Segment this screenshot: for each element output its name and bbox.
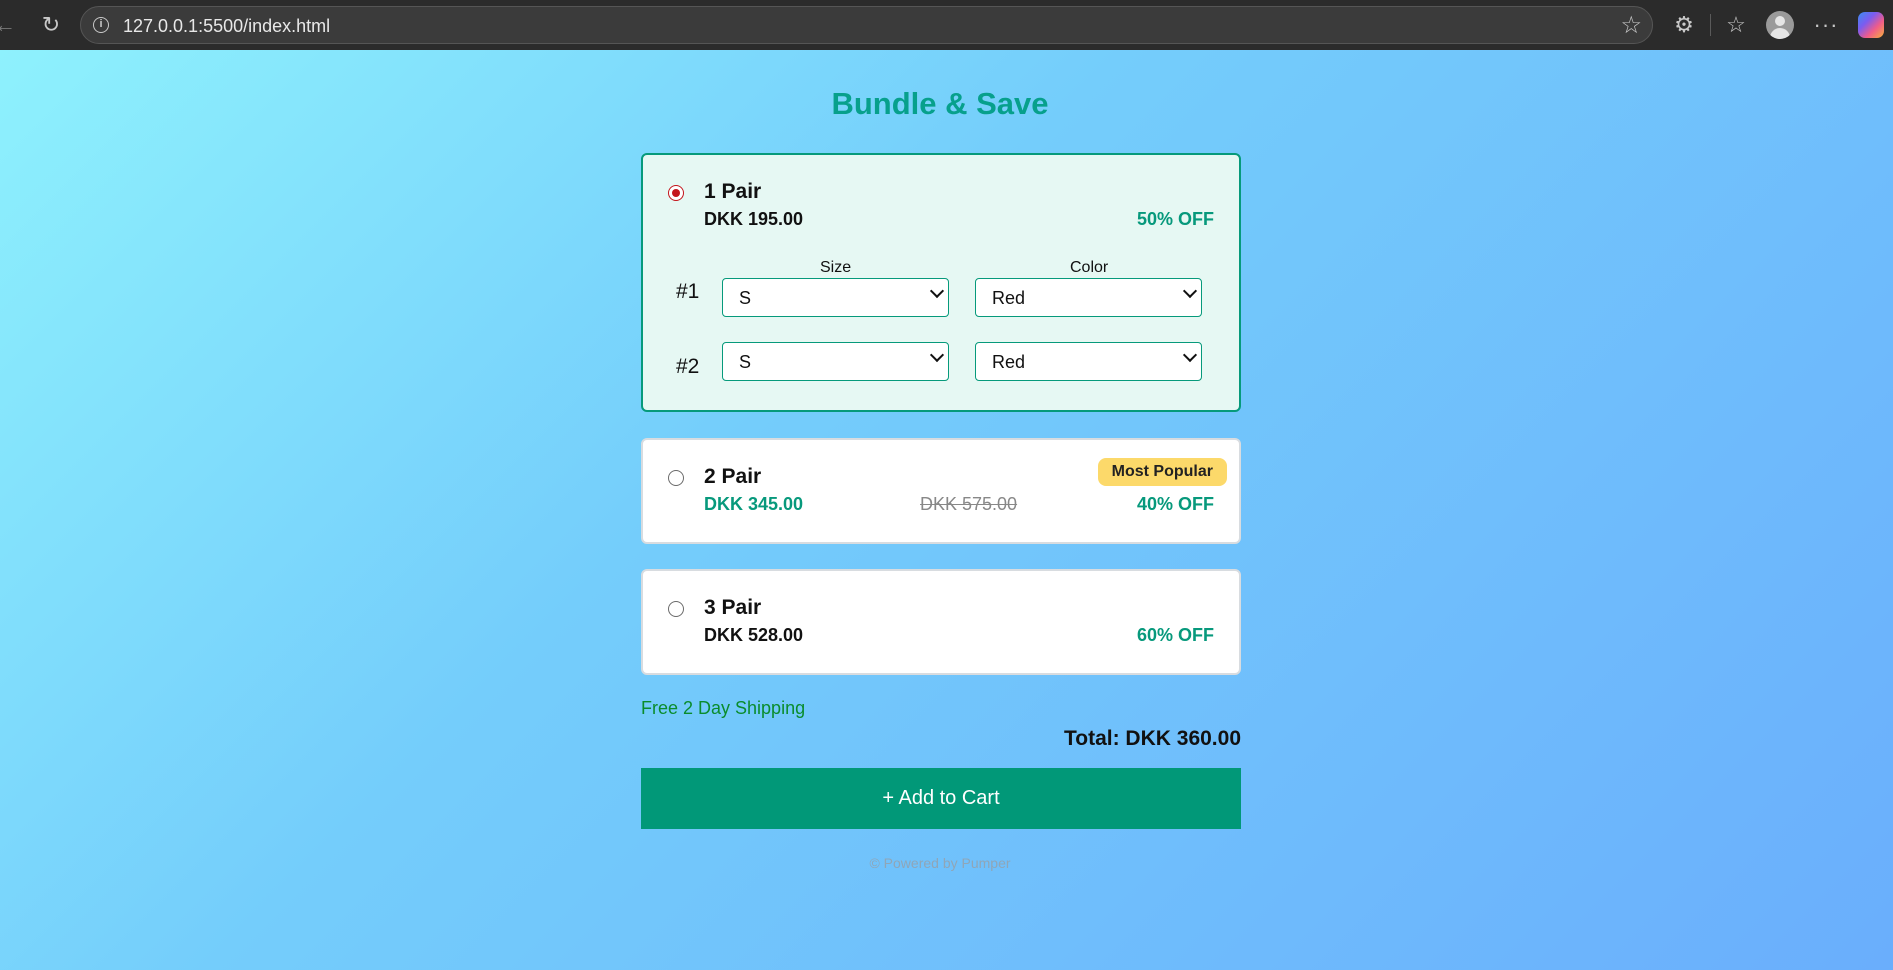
chevron-down-icon [929,347,945,363]
page-title: Bundle & Save [831,86,1049,121]
option-title: 3 Pair [704,596,762,619]
option-discount: 50% OFF [1136,209,1214,229]
chevron-down-icon [1182,283,1198,299]
bundle-option-2-pair[interactable]: 2 Pair DKK 345.00 DKK 575.00 40% OFF Mos… [641,438,1241,544]
back-icon[interactable]: ← [0,10,20,40]
option-title: 1 Pair [704,180,762,203]
color-select-value: Red [992,352,1026,372]
chevron-down-icon [929,283,945,299]
option-price: DKK 528.00 [704,625,804,645]
color-column-label: Color [1070,259,1109,276]
address-bar[interactable]: i 127.0.0.1:5500/index.html ☆ [80,6,1653,44]
size-select-2[interactable]: S [722,342,949,381]
radio-3-pair[interactable] [668,601,684,617]
page-viewport: Bundle & Save 1 Pair DKK 195.00 50% OFF … [0,50,1893,970]
shipping-note: Free 2 Day Shipping [641,698,806,718]
size-select-1[interactable]: S [722,278,949,317]
radio-2-pair[interactable] [668,470,684,486]
copilot-icon[interactable] [1858,12,1884,38]
toolbar-divider [1710,14,1711,36]
color-select-value: Red [992,288,1026,308]
star-icon[interactable]: ☆ [1620,11,1642,40]
info-icon[interactable]: i [93,17,109,33]
total-price: Total: DKK 360.00 [1064,727,1241,750]
size-select-value: S [739,352,752,372]
radio-1-pair[interactable] [668,185,684,201]
item-number: #2 [676,355,700,378]
color-select-2[interactable]: Red [975,342,1202,381]
option-title: 2 Pair [704,465,762,488]
favorites-icon[interactable]: ☆ [1721,10,1751,40]
most-popular-badge: Most Popular [1097,458,1227,486]
bundle-option-1-pair[interactable]: 1 Pair DKK 195.00 50% OFF Size Color #1 … [641,153,1241,412]
option-price: DKK 345.00 [704,494,804,514]
size-column-label: Size [820,259,852,276]
extensions-icon[interactable]: ⚙ [1669,10,1699,40]
footer-credit: © Powered by Pumper [869,855,1011,871]
size-select-value: S [739,288,752,308]
bundle-option-3-pair[interactable]: 3 Pair DKK 528.00 60% OFF [641,569,1241,675]
url-text[interactable]: 127.0.0.1:5500/index.html [123,16,330,37]
chevron-down-icon [1182,347,1198,363]
item-number: #1 [676,280,700,303]
option-price: DKK 195.00 [704,209,804,229]
add-to-cart-button[interactable]: + Add to Cart [641,768,1241,829]
more-icon[interactable]: ··· [1811,10,1841,40]
browser-toolbar: ← ↻ i 127.0.0.1:5500/index.html ☆ ⚙ ☆ ··… [0,0,1893,50]
color-select-1[interactable]: Red [975,278,1202,317]
profile-avatar-icon[interactable] [1766,11,1794,39]
option-discount: 60% OFF [1136,625,1214,645]
option-discount: 40% OFF [1136,494,1214,514]
reload-icon[interactable]: ↻ [36,10,66,40]
option-original-price: DKK 575.00 [920,494,1018,514]
